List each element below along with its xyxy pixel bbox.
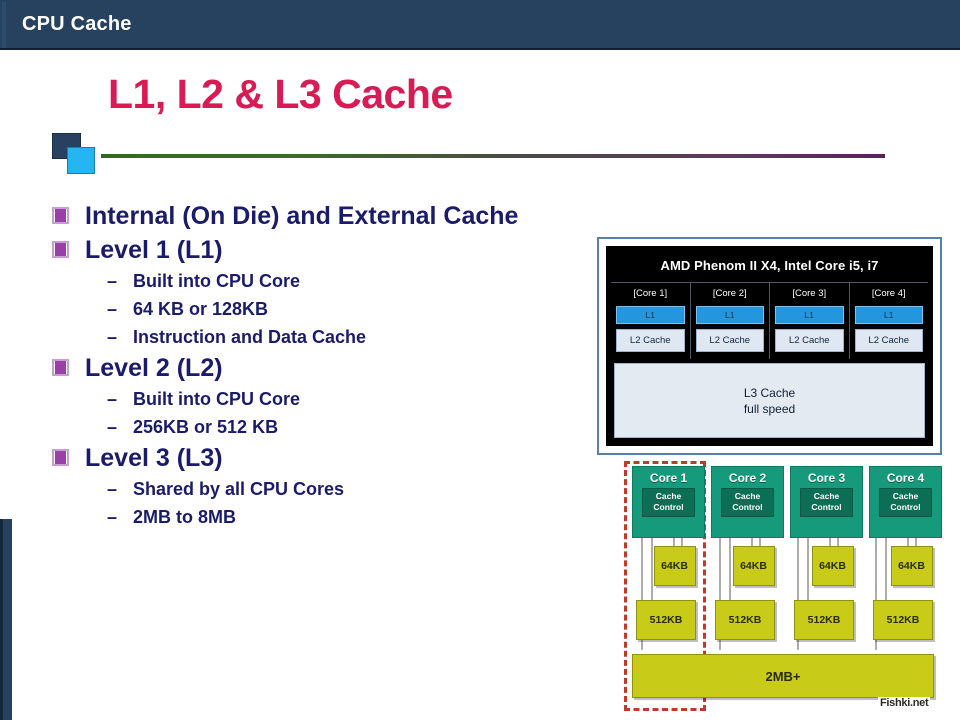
dash-bullet-icon: – bbox=[107, 507, 118, 527]
bullet-label: Level 2 (L2) bbox=[85, 354, 223, 382]
core-label: [Core 4] bbox=[871, 288, 906, 299]
core-label: [Core 1] bbox=[633, 288, 668, 299]
l1-cache-block: L1 bbox=[854, 306, 923, 324]
l1-cache-block: L1 bbox=[775, 306, 844, 324]
list-item: – Built into CPU Core bbox=[107, 268, 597, 295]
core-block: Core 3 Cache Control bbox=[790, 466, 863, 538]
square-bullet-icon bbox=[52, 241, 69, 258]
core-label: Core 1 bbox=[649, 471, 688, 485]
watermark: Fishki.net bbox=[878, 697, 931, 709]
core-label: [Core 3] bbox=[792, 288, 827, 299]
decorative-divider-line bbox=[101, 154, 885, 158]
diagram-die-area: AMD Phenom II X4, Intel Core i5, i7 [Cor… bbox=[606, 246, 933, 446]
diagram-core: [Core 2] L1 L2 Cache bbox=[691, 283, 770, 359]
header-title: CPU Cache bbox=[22, 13, 132, 35]
l1-cache-cell: 64KB bbox=[632, 546, 705, 588]
list-item: Level 2 (L2) bbox=[52, 352, 597, 384]
diagram-title: AMD Phenom II X4, Intel Core i5, i7 bbox=[660, 258, 879, 273]
l1-cache-block: L1 bbox=[616, 306, 685, 324]
l3-cache-label: L3 Cache bbox=[743, 385, 796, 400]
page-title: L1, L2 & L3 Cache bbox=[108, 71, 453, 117]
l2-cache-cell: 512KB bbox=[790, 600, 863, 642]
core-row: Core 1 Cache Control Core 2 Cache Contro… bbox=[632, 466, 942, 538]
l2-cache-cell: 512KB bbox=[632, 600, 705, 642]
l3-cache-block: L3 Cache full speed bbox=[614, 363, 925, 438]
l1-cache-cell: 64KB bbox=[869, 546, 942, 588]
l2-cache-block: L2 Cache bbox=[854, 329, 923, 352]
dash-bullet-icon: – bbox=[107, 417, 118, 437]
header-bar: CPU Cache bbox=[0, 0, 960, 50]
l2-cache-size-label: 512KB bbox=[873, 600, 933, 640]
bullet-label: Level 1 (L1) bbox=[85, 236, 223, 264]
square-bullet-icon bbox=[52, 207, 69, 224]
bullet-label: Level 3 (L3) bbox=[85, 444, 223, 472]
l1-cache-size-label: 64KB bbox=[732, 546, 775, 586]
list-item: – 256KB or 512 KB bbox=[107, 414, 597, 441]
sub-bullet-label: 64 KB or 128KB bbox=[133, 299, 269, 319]
diagram-core-row: [Core 1] L1 L2 Cache [Core 2] L1 L2 Cach… bbox=[611, 282, 928, 359]
dash-bullet-icon: – bbox=[107, 299, 118, 319]
cache-control-block: Cache Control bbox=[642, 488, 695, 517]
core-block: Core 4 Cache Control bbox=[869, 466, 942, 538]
list-item: – 64 KB or 128KB bbox=[107, 296, 597, 323]
sub-bullet-label: 256KB or 512 KB bbox=[133, 417, 279, 437]
list-item: Internal (On Die) and External Cache bbox=[52, 200, 597, 232]
core-block: Core 2 Cache Control bbox=[711, 466, 784, 538]
l1-cache-size-label: 64KB bbox=[811, 546, 854, 586]
list-item: Level 1 (L1) bbox=[52, 234, 597, 266]
dash-bullet-icon: – bbox=[107, 327, 118, 347]
l2-cache-size-label: 512KB bbox=[715, 600, 775, 640]
list-item: – Built into CPU Core bbox=[107, 386, 597, 413]
l1-cache-size-label: 64KB bbox=[890, 546, 933, 586]
core-label: Core 2 bbox=[728, 471, 767, 485]
sub-bullet-label: Built into CPU Core bbox=[133, 271, 300, 291]
list-item: – Shared by all CPU Cores bbox=[107, 476, 597, 503]
diagram-core: [Core 3] L1 L2 Cache bbox=[770, 283, 850, 359]
sub-bullet-label: Instruction and Data Cache bbox=[133, 327, 367, 347]
l2-cache-cell: 512KB bbox=[711, 600, 784, 642]
quad-core-cache-size-diagram: Core 1 Cache Control Core 2 Cache Contro… bbox=[622, 458, 942, 716]
decorative-square-cyan bbox=[67, 147, 95, 174]
core-label: Core 3 bbox=[807, 471, 846, 485]
sub-bullet-label: 2MB to 8MB bbox=[133, 507, 236, 527]
cpu-cache-hierarchy-diagram: AMD Phenom II X4, Intel Core i5, i7 [Cor… bbox=[597, 237, 942, 455]
l3-cache-speed-label: full speed bbox=[743, 401, 796, 416]
l3-shared-cache-block: 2MB+ bbox=[632, 654, 934, 698]
l1-cache-cell: 64KB bbox=[790, 546, 863, 588]
diagram-core: [Core 1] L1 L2 Cache bbox=[611, 283, 691, 359]
l2-cache-size-label: 512KB bbox=[794, 600, 854, 640]
core-label: Core 4 bbox=[886, 471, 925, 485]
dash-bullet-icon: – bbox=[107, 271, 118, 291]
l2-cache-block: L2 Cache bbox=[775, 329, 844, 352]
l1-cache-row: 64KB 64KB 64KB 64KB bbox=[632, 546, 942, 588]
l2-cache-block: L2 Cache bbox=[616, 329, 685, 352]
cache-control-block: Cache Control bbox=[879, 488, 932, 517]
core-label: [Core 2] bbox=[712, 288, 747, 299]
square-bullet-icon bbox=[52, 449, 69, 466]
left-accent-bar bbox=[0, 519, 12, 720]
cache-control-block: Cache Control bbox=[800, 488, 853, 517]
cache-control-block: Cache Control bbox=[721, 488, 774, 517]
list-item: – 2MB to 8MB bbox=[107, 504, 597, 531]
dash-bullet-icon: – bbox=[107, 389, 118, 409]
sub-bullet-label: Shared by all CPU Cores bbox=[133, 479, 345, 499]
l1-cache-size-label: 64KB bbox=[653, 546, 696, 586]
sub-bullet-label: Built into CPU Core bbox=[133, 389, 300, 409]
bullet-list: Internal (On Die) and External Cache Lev… bbox=[52, 200, 597, 532]
dash-bullet-icon: – bbox=[107, 479, 118, 499]
diagram-core: [Core 4] L1 L2 Cache bbox=[850, 283, 929, 359]
l1-cache-block: L1 bbox=[695, 306, 764, 324]
bullet-label: Internal (On Die) and External Cache bbox=[85, 202, 519, 230]
l2-cache-block: L2 Cache bbox=[695, 329, 764, 352]
l2-cache-cell: 512KB bbox=[869, 600, 942, 642]
core-block: Core 1 Cache Control bbox=[632, 466, 705, 538]
l2-cache-row: 512KB 512KB 512KB 512KB bbox=[632, 600, 942, 642]
square-bullet-icon bbox=[52, 359, 69, 376]
l2-cache-size-label: 512KB bbox=[636, 600, 696, 640]
l1-cache-cell: 64KB bbox=[711, 546, 784, 588]
list-item: – Instruction and Data Cache bbox=[107, 324, 597, 351]
list-item: Level 3 (L3) bbox=[52, 442, 597, 474]
